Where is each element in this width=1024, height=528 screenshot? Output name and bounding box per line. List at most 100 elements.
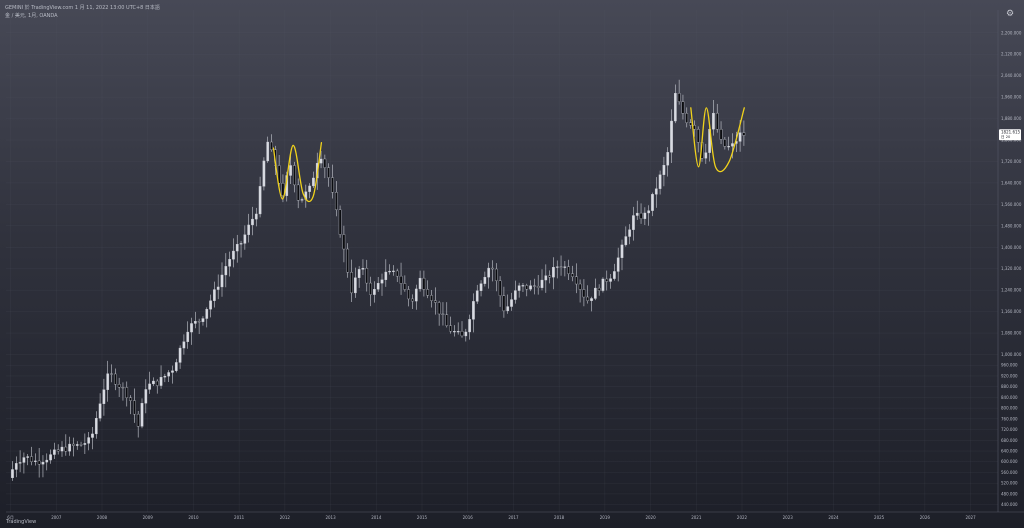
candle-body xyxy=(624,236,628,246)
candle-body xyxy=(30,456,33,462)
candle-body xyxy=(662,165,666,175)
candle-body xyxy=(266,141,270,162)
candle-body xyxy=(540,279,544,288)
candle-body xyxy=(224,266,228,276)
candle-body xyxy=(87,437,90,444)
candle-body xyxy=(388,270,391,273)
candle-body xyxy=(300,199,304,201)
candle-body xyxy=(464,331,468,337)
candle-body xyxy=(60,446,64,452)
y-tick-label: 880.000 xyxy=(1001,384,1018,389)
candle-body xyxy=(114,373,117,385)
candle-body xyxy=(738,132,742,142)
candle-body xyxy=(616,257,620,272)
candle-body xyxy=(45,459,49,463)
candle-body xyxy=(643,212,647,219)
candle-body xyxy=(14,463,18,470)
candle-body xyxy=(536,285,540,288)
candle-body xyxy=(491,267,494,270)
candle-body xyxy=(239,243,243,245)
candle-body xyxy=(133,400,136,415)
candle-body xyxy=(666,152,670,166)
candle-body xyxy=(727,146,730,148)
y-tick-label: 640.000 xyxy=(1001,449,1018,454)
candle-body xyxy=(475,290,479,302)
y-tick-label: 1,000.000 xyxy=(1001,352,1022,357)
candle-body xyxy=(190,323,193,333)
candle-body xyxy=(56,449,60,452)
candle-body xyxy=(514,290,517,300)
y-tick-label: 1,880.000 xyxy=(1001,116,1022,121)
candle-body xyxy=(22,457,26,463)
candle-body xyxy=(125,387,129,398)
candle-body xyxy=(296,184,300,201)
candle-body xyxy=(136,413,140,427)
price-chart[interactable]: 2,200.000 2,120.000 2,040.000 1,960.000 1,88… xyxy=(0,0,1024,528)
candle-body xyxy=(79,444,83,446)
x-tick-label: 2019 xyxy=(600,515,611,520)
candle-body xyxy=(369,282,372,295)
candle-body xyxy=(681,101,685,114)
candle-body xyxy=(144,389,148,404)
candle-body xyxy=(395,270,399,277)
candle-body xyxy=(494,268,498,281)
candle-body xyxy=(613,271,616,279)
candle-body xyxy=(674,93,677,122)
x-tick-label: 2015 xyxy=(417,515,428,520)
candle-body xyxy=(232,250,235,260)
candle-body xyxy=(205,309,209,319)
candle-body xyxy=(609,278,612,282)
candle-body xyxy=(677,93,681,102)
candle-body xyxy=(220,274,224,288)
candle-body xyxy=(506,306,510,312)
candle-body xyxy=(26,456,30,458)
candle-body xyxy=(498,280,502,296)
candle-body xyxy=(354,277,357,294)
candle-body xyxy=(521,285,525,287)
candle-body xyxy=(574,276,578,285)
candle-body xyxy=(654,188,658,195)
y-tick-label: 1,160.000 xyxy=(1001,309,1022,314)
y-tick-label: 960.000 xyxy=(1001,363,1018,368)
x-tick-label: 2010 xyxy=(188,515,199,520)
x-tick-label: 2025 xyxy=(874,515,885,520)
candle-body xyxy=(342,234,346,250)
candle-body xyxy=(167,372,170,377)
candle-body xyxy=(106,373,110,390)
candle-body xyxy=(487,267,490,278)
candle-body xyxy=(357,269,361,278)
candle-body xyxy=(441,313,445,315)
y-tick-label: 1,560.000 xyxy=(1001,202,1022,207)
y-tick-label: 1,640.000 xyxy=(1001,180,1022,185)
candle-body xyxy=(414,288,418,302)
candle-body xyxy=(140,403,144,427)
candle-body xyxy=(658,174,662,189)
candle-body xyxy=(171,370,174,373)
candle-body xyxy=(380,279,384,284)
y-tick-label: 2,200.000 xyxy=(1001,30,1022,35)
candle-body xyxy=(418,277,422,290)
x-tick-label: 2009 xyxy=(143,515,154,520)
y-tick-label: 600.000 xyxy=(1001,459,1018,464)
candle-body xyxy=(453,331,456,333)
y-tick-label: 680.000 xyxy=(1001,438,1018,443)
candle-body xyxy=(731,143,734,147)
x-tick-label: 2008 xyxy=(97,515,108,520)
candle-body xyxy=(434,300,437,303)
candle-body xyxy=(704,152,708,159)
candle-body xyxy=(437,302,441,315)
candle-body xyxy=(472,301,475,320)
candle-body xyxy=(209,300,212,310)
candle-body xyxy=(186,331,190,342)
candle-body xyxy=(422,277,426,290)
candle-body xyxy=(407,289,410,300)
candle-body xyxy=(350,272,353,294)
y-tick-label: 1,400.000 xyxy=(1001,245,1022,250)
candle-body xyxy=(178,347,182,363)
candle-body xyxy=(75,444,79,446)
candle-body xyxy=(392,270,395,272)
candle-body xyxy=(327,167,330,178)
candle-body xyxy=(712,112,715,130)
candle-body xyxy=(235,244,239,252)
y-tick-label: 480.000 xyxy=(1001,491,1018,496)
